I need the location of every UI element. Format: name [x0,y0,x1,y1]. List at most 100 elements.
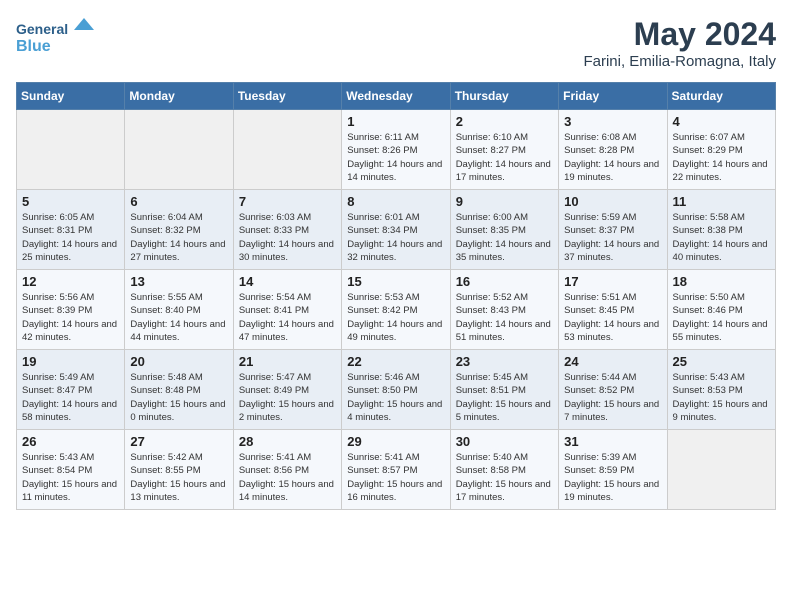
table-row: 10 Sunrise: 5:59 AM Sunset: 8:37 PM Dayli… [559,190,667,270]
table-row: 23Sunrise: 5:45 AM Sunset: 8:51 PM Dayli… [450,350,558,430]
table-row: 19 Sunrise: 5:49 AM Sunset: 8:47 PM Dayli… [17,350,125,430]
table-row: 8 Sunrise: 6:01 AM Sunset: 8:34 PM Daylig… [342,190,450,270]
day-number: 12 [22,274,119,289]
day-number: 8 [347,194,444,209]
day-info: Sunrise: 5:53 AM Sunset: 8:42 PM Dayligh… [347,291,444,344]
table-row: 15Sunrise: 5:53 AM Sunset: 8:42 PM Dayli… [342,270,450,350]
day-info: Sunrise: 5:49 AM Sunset: 8:47 PM Dayligh… [22,371,119,424]
day-info: Sunrise: 5:51 AM Sunset: 8:45 PM Dayligh… [564,291,661,344]
day-info: Sunrise: 6:00 AM Sunset: 8:35 PM Dayligh… [456,211,553,264]
table-row: 16 Sunrise: 5:52 AM Sunset: 8:43 PM Dayli… [450,270,558,350]
title-area: May 2024 Farini, Emilia-Romagna, Italy [583,16,776,70]
table-row: 13 Sunrise: 5:55 AM Sunset: 8:40 PM Dayli… [125,270,233,350]
day-info: Sunrise: 6:08 AM Sunset: 8:28 PM Dayligh… [564,131,661,184]
day-info: Sunrise: 5:47 AM Sunset: 8:49 PM Dayligh… [239,371,336,424]
table-row: 28Sunrise: 5:41 AM Sunset: 8:56 PM Dayli… [233,430,341,510]
header-friday: Friday [559,83,667,110]
day-number: 18 [673,274,770,289]
day-info: Sunrise: 5:58 AM Sunset: 8:38 PM Dayligh… [673,211,770,264]
day-number: 31 [564,434,661,449]
day-number: 3 [564,114,661,129]
table-row [125,110,233,190]
header-monday: Monday [125,83,233,110]
day-number: 13 [130,274,227,289]
day-number: 30 [456,434,553,449]
header-sunday: Sunday [17,83,125,110]
table-row: 25Sunrise: 5:43 AM Sunset: 8:53 PM Dayli… [667,350,775,430]
day-number: 21 [239,354,336,369]
calendar-week-4: 19 Sunrise: 5:49 AM Sunset: 8:47 PM Dayli… [17,350,776,430]
table-row: 6Sunrise: 6:04 AM Sunset: 8:32 PM Daylig… [125,190,233,270]
day-number: 10 [564,194,661,209]
day-info: Sunrise: 5:42 AM Sunset: 8:55 PM Dayligh… [130,451,227,504]
day-info: Sunrise: 5:59 AM Sunset: 8:37 PM Dayligh… [564,211,661,264]
table-row: 11 Sunrise: 5:58 AM Sunset: 8:38 PM Dayli… [667,190,775,270]
day-info: Sunrise: 5:46 AM Sunset: 8:50 PM Dayligh… [347,371,444,424]
table-row: 29Sunrise: 5:41 AM Sunset: 8:57 PM Dayli… [342,430,450,510]
day-info: Sunrise: 6:07 AM Sunset: 8:29 PM Dayligh… [673,131,770,184]
table-row: 7Sunrise: 6:03 AM Sunset: 8:33 PM Daylig… [233,190,341,270]
day-info: Sunrise: 6:11 AM Sunset: 8:26 PM Dayligh… [347,131,444,184]
svg-text:Blue: Blue [16,38,51,55]
day-info: Sunrise: 5:54 AM Sunset: 8:41 PM Dayligh… [239,291,336,344]
day-number: 11 [673,194,770,209]
day-number: 2 [456,114,553,129]
day-info: Sunrise: 5:43 AM Sunset: 8:54 PM Dayligh… [22,451,119,504]
table-row: 26 Sunrise: 5:43 AM Sunset: 8:54 PM Dayli… [17,430,125,510]
day-info: Sunrise: 5:55 AM Sunset: 8:40 PM Dayligh… [130,291,227,344]
day-number: 26 [22,434,119,449]
day-info: Sunrise: 5:41 AM Sunset: 8:57 PM Dayligh… [347,451,444,504]
header-tuesday: Tuesday [233,83,341,110]
table-row: 27 Sunrise: 5:42 AM Sunset: 8:55 PM Dayli… [125,430,233,510]
day-info: Sunrise: 5:56 AM Sunset: 8:39 PM Dayligh… [22,291,119,344]
day-number: 9 [456,194,553,209]
table-row [17,110,125,190]
day-info: Sunrise: 6:01 AM Sunset: 8:34 PM Dayligh… [347,211,444,264]
day-number: 17 [564,274,661,289]
calendar-header-row: Sunday Monday Tuesday Wednesday Thursday… [17,83,776,110]
logo-svg: General Blue [16,16,106,60]
day-info: Sunrise: 5:41 AM Sunset: 8:56 PM Dayligh… [239,451,336,504]
day-number: 14 [239,274,336,289]
table-row: 20Sunrise: 5:48 AM Sunset: 8:48 PM Dayli… [125,350,233,430]
month-title: May 2024 [583,16,776,53]
calendar-table: Sunday Monday Tuesday Wednesday Thursday… [16,82,776,510]
table-row: 21 Sunrise: 5:47 AM Sunset: 8:49 PM Dayli… [233,350,341,430]
page: General Blue May 2024 Farini, Emilia-Rom… [0,0,792,612]
table-row [667,430,775,510]
header-thursday: Thursday [450,83,558,110]
header-wednesday: Wednesday [342,83,450,110]
table-row: 5Sunrise: 6:05 AM Sunset: 8:31 PM Daylig… [17,190,125,270]
table-row: 3 Sunrise: 6:08 AM Sunset: 8:28 PM Daylig… [559,110,667,190]
day-number: 27 [130,434,227,449]
day-number: 4 [673,114,770,129]
day-info: Sunrise: 5:52 AM Sunset: 8:43 PM Dayligh… [456,291,553,344]
header: General Blue May 2024 Farini, Emilia-Rom… [16,16,776,70]
day-info: Sunrise: 6:05 AM Sunset: 8:31 PM Dayligh… [22,211,119,264]
calendar-week-1: 1 Sunrise: 6:11 AM Sunset: 8:26 PM Daylig… [17,110,776,190]
table-row: 18 Sunrise: 5:50 AM Sunset: 8:46 PM Dayli… [667,270,775,350]
table-row: 17 Sunrise: 5:51 AM Sunset: 8:45 PM Dayli… [559,270,667,350]
table-row: 24Sunrise: 5:44 AM Sunset: 8:52 PM Dayli… [559,350,667,430]
table-row: 31 Sunrise: 5:39 AM Sunset: 8:59 PM Dayli… [559,430,667,510]
day-number: 20 [130,354,227,369]
day-number: 1 [347,114,444,129]
table-row: 22 Sunrise: 5:46 AM Sunset: 8:50 PM Dayli… [342,350,450,430]
table-row: 14 Sunrise: 5:54 AM Sunset: 8:41 PM Dayli… [233,270,341,350]
header-saturday: Saturday [667,83,775,110]
day-info: Sunrise: 5:50 AM Sunset: 8:46 PM Dayligh… [673,291,770,344]
day-number: 16 [456,274,553,289]
day-info: Sunrise: 6:10 AM Sunset: 8:27 PM Dayligh… [456,131,553,184]
day-number: 23 [456,354,553,369]
day-number: 6 [130,194,227,209]
day-number: 22 [347,354,444,369]
day-info: Sunrise: 5:39 AM Sunset: 8:59 PM Dayligh… [564,451,661,504]
day-info: Sunrise: 5:43 AM Sunset: 8:53 PM Dayligh… [673,371,770,424]
logo-block: General Blue [16,16,106,65]
calendar-week-3: 12 Sunrise: 5:56 AM Sunset: 8:39 PM Dayli… [17,270,776,350]
table-row: 1 Sunrise: 6:11 AM Sunset: 8:26 PM Daylig… [342,110,450,190]
day-number: 19 [22,354,119,369]
table-row: 4 Sunrise: 6:07 AM Sunset: 8:29 PM Daylig… [667,110,775,190]
table-row: 2 Sunrise: 6:10 AM Sunset: 8:27 PM Daylig… [450,110,558,190]
day-info: Sunrise: 5:40 AM Sunset: 8:58 PM Dayligh… [456,451,553,504]
